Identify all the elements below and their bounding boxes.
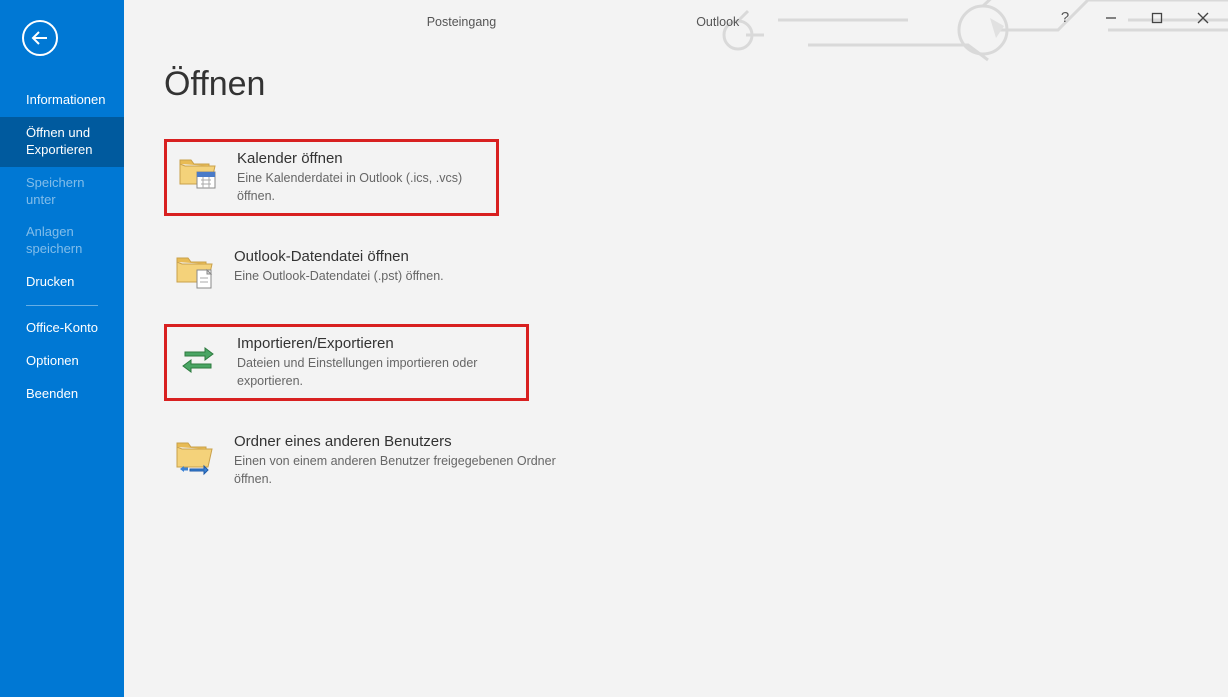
backstage-sidebar: Informationen Öffnen und Exportieren Spe…: [0, 0, 124, 697]
close-button[interactable]: [1180, 4, 1226, 32]
sidebar-item-anlagen-speichern[interactable]: Anlagen speichern: [0, 216, 124, 266]
calendar-folder-icon: [177, 152, 219, 194]
sidebar-item-optionen[interactable]: Optionen: [0, 345, 124, 378]
sidebar-item-drucken[interactable]: Drucken: [0, 266, 124, 299]
datafile-folder-icon: [174, 250, 216, 292]
minimize-button[interactable]: [1088, 4, 1134, 32]
titlebar-appname: Outlook: [696, 15, 739, 29]
option-title: Outlook-Datendatei öffnen: [234, 248, 444, 265]
sidebar-item-beenden[interactable]: Beenden: [0, 378, 124, 411]
help-button[interactable]: ?: [1042, 4, 1088, 32]
window-controls: ?: [1042, 4, 1228, 32]
option-datendatei-oeffnen[interactable]: Outlook-Datendatei öffnen Eine Outlook-D…: [164, 240, 574, 300]
option-desc: Dateien und Einstellungen importieren od…: [237, 355, 516, 390]
sidebar-item-informationen[interactable]: Informationen: [0, 84, 124, 117]
shared-folder-icon: [174, 435, 216, 477]
titlebar: Posteingang Outlook ?: [124, 0, 1228, 35]
option-ordner-anderer-benutzer[interactable]: Ordner eines anderen Benutzers Einen von…: [164, 425, 574, 496]
sidebar-divider: [26, 305, 98, 306]
import-export-icon: [177, 337, 219, 379]
sidebar-item-oeffnen-exportieren[interactable]: Öffnen und Exportieren: [0, 117, 124, 167]
sidebar-item-speichern-unter[interactable]: Speichern unter: [0, 167, 124, 217]
option-kalender-oeffnen[interactable]: Kalender öffnen Eine Kalenderdatei in Ou…: [164, 139, 499, 216]
option-title: Importieren/Exportieren: [237, 335, 516, 352]
option-title: Ordner eines anderen Benutzers: [234, 433, 564, 450]
option-desc: Eine Kalenderdatei in Outlook (.ics, .vc…: [237, 170, 486, 205]
back-button[interactable]: [22, 20, 58, 56]
maximize-button[interactable]: [1134, 4, 1180, 32]
page-title: Öffnen: [164, 65, 1188, 104]
option-desc: Einen von einem anderen Benutzer freigeg…: [234, 453, 564, 488]
titlebar-context: Posteingang: [427, 15, 497, 29]
option-title: Kalender öffnen: [237, 150, 486, 167]
option-desc: Eine Outlook-Datendatei (.pst) öffnen.: [234, 268, 444, 286]
option-import-export[interactable]: Importieren/Exportieren Dateien und Eins…: [164, 324, 529, 401]
backstage-main: Öffnen Kalender öffnen Eine Kalenderdate…: [124, 35, 1228, 697]
sidebar-item-office-konto[interactable]: Office-Konto: [0, 312, 124, 345]
